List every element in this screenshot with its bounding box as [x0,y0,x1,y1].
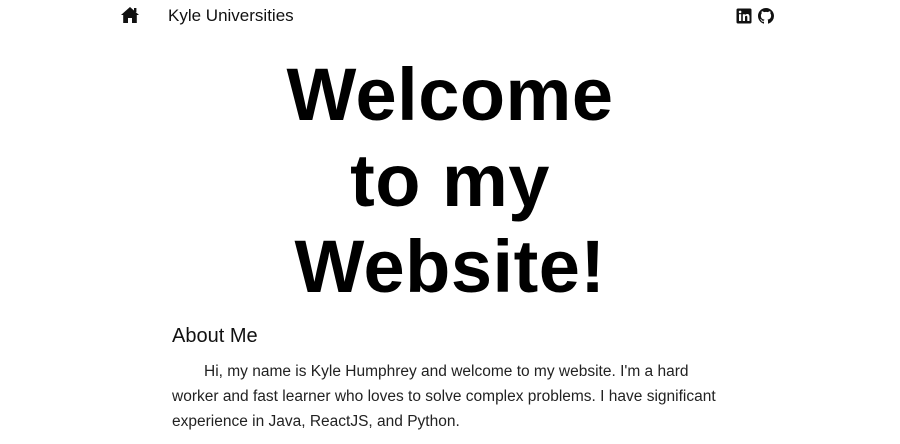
hero-line-1: Welcome [286,53,614,136]
social-links [736,8,774,24]
linkedin-icon [736,8,752,24]
home-icon [121,7,139,23]
navbar: Kyle Universities [0,0,900,34]
github-icon [758,8,774,24]
linkedin-link[interactable] [736,8,752,24]
github-link[interactable] [758,8,774,24]
about-text: Hi, my name is Kyle Humphrey and welcome… [172,363,716,430]
brand-link[interactable]: Kyle Universities [168,6,294,26]
hero-line-2: to my [350,139,550,222]
hero-line-3: Website! [294,225,606,308]
about-heading: About Me [172,325,258,347]
home-link[interactable] [120,6,140,26]
hero-title: Welcome to my Website! [0,52,900,310]
